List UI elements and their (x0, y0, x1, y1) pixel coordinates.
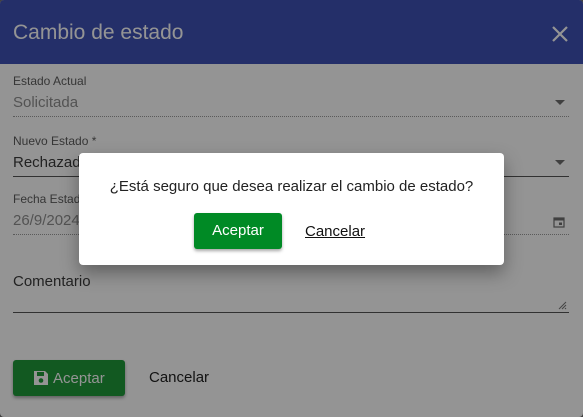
confirm-dialog: ¿Está seguro que desea realizar el cambi… (79, 153, 504, 265)
confirm-accept-button[interactable]: Aceptar (194, 213, 282, 249)
confirm-cancel-link[interactable]: Cancelar (305, 223, 365, 240)
confirm-message: ¿Está seguro que desea realizar el cambi… (109, 178, 474, 195)
